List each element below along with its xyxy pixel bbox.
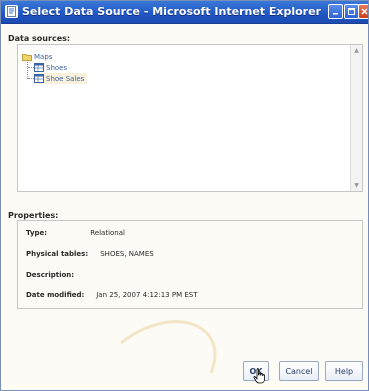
help-button[interactable]: Help [325, 361, 363, 381]
properties-label: Properties: [8, 211, 59, 220]
scroll-down-arrow-icon[interactable]: ▼ [353, 182, 360, 189]
property-value: SHOES, NAMES [100, 250, 154, 258]
maximize-button[interactable] [344, 4, 359, 19]
property-row-date-modified: Date modified: Jan 25, 2007 4:12:13 PM E… [26, 291, 198, 299]
tree-item-shoes[interactable]: Shoes [34, 62, 67, 73]
tree-item-label: Maps [34, 52, 53, 61]
tree-connector [27, 60, 28, 79]
property-key: Date modified: [26, 291, 85, 299]
table-icon [34, 63, 44, 72]
property-value: Relational [90, 229, 125, 237]
table-icon [34, 74, 44, 83]
property-row-description: Description: [26, 271, 76, 279]
property-row-physical-tables: Physical tables: SHOES, NAMES [26, 250, 154, 258]
cancel-button[interactable]: Cancel [279, 361, 319, 381]
scroll-up-arrow-icon[interactable]: ▲ [353, 47, 360, 54]
dialog-window: Select Data Source - Microsoft Internet … [0, 0, 369, 391]
property-key: Physical tables: [26, 250, 89, 258]
title-bar[interactable]: Select Data Source - Microsoft Internet … [1, 1, 368, 24]
folder-icon [22, 52, 32, 61]
data-sources-tree[interactable]: Maps Shoes Shoe Sales ▲ ▼ [17, 44, 363, 192]
tree-scrollbar[interactable]: ▲ ▼ [350, 45, 362, 191]
tree-item-label: Shoe Sales [46, 74, 85, 83]
property-key: Type: [26, 229, 48, 237]
tree-item-maps[interactable]: Maps [22, 51, 52, 62]
close-button[interactable] [358, 4, 368, 19]
ie-page-icon [5, 5, 18, 18]
data-sources-label: Data sources: [8, 34, 71, 43]
window-title: Select Data Source - Microsoft Internet … [22, 5, 321, 18]
tree-item-shoe-sales[interactable]: Shoe Sales [34, 73, 88, 84]
hand-pointer-icon [253, 368, 265, 384]
minimize-button[interactable] [328, 4, 343, 19]
property-row-type: Type: Relational [26, 229, 125, 237]
properties-panel: Type: Relational Physical tables: SHOES,… [17, 220, 363, 309]
property-value: Jan 25, 2007 4:12:13 PM EST [96, 291, 198, 299]
tree-item-label: Shoes [46, 63, 68, 72]
property-key: Description: [26, 271, 75, 279]
